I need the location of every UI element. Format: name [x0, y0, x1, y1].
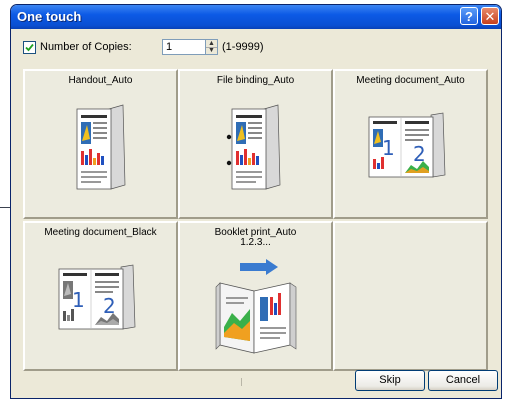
copies-range-hint: (1-9999) — [222, 41, 264, 53]
checkmark-icon — [25, 43, 34, 52]
copies-input[interactable] — [162, 39, 206, 55]
copies-label: Number of Copies: — [40, 41, 132, 53]
close-button[interactable]: ✕ — [481, 7, 499, 25]
preset-tile-booklet-print-auto[interactable]: Booklet print_Auto 1.2.3... — [178, 221, 333, 371]
help-button[interactable]: ? — [460, 7, 478, 25]
preset-tile-empty — [333, 221, 488, 371]
one-touch-dialog: One touch ? ✕ Number of Copies: ▲ ▼ (1-9… — [10, 4, 502, 399]
svg-text:1: 1 — [382, 136, 395, 160]
dialog-content: Number of Copies: ▲ ▼ (1-9999) Handout_A… — [15, 31, 498, 394]
preset-tile-meeting-document-auto[interactable]: Meeting document_Auto 1 2 — [333, 69, 488, 219]
copies-spinner[interactable]: ▲ ▼ — [205, 39, 218, 55]
meeting-document-black-icon: 1 2 — [58, 264, 136, 330]
preset-label: File binding_Auto — [216, 75, 295, 86]
page-order-label: 1.2.3... — [240, 237, 271, 248]
divider-tick — [241, 378, 242, 386]
copies-checkbox[interactable] — [23, 41, 36, 54]
meeting-document-color-icon: 1 2 — [368, 112, 446, 178]
preset-label: Meeting document_Auto — [356, 75, 465, 86]
preset-grid: Handout_Auto File binding_Auto Meeting d… — [15, 69, 497, 371]
file-binding-document-icon — [226, 104, 281, 190]
svg-text:1: 1 — [72, 288, 85, 312]
preset-tile-file-binding-auto[interactable]: File binding_Auto — [178, 69, 333, 219]
preset-label: Handout_Auto — [68, 75, 133, 86]
window-title: One touch — [17, 9, 82, 24]
title-bar[interactable]: One touch ? ✕ — [11, 5, 501, 29]
booklet-icon — [215, 259, 297, 354]
preset-label: Meeting document_Black — [44, 227, 157, 238]
preset-tile-meeting-document-black[interactable]: Meeting document_Black 1 2 — [23, 221, 178, 371]
spin-down-icon[interactable]: ▼ — [206, 47, 217, 54]
handout-document-icon — [76, 104, 126, 190]
preset-tile-handout-auto[interactable]: Handout_Auto — [23, 69, 178, 219]
skip-button[interactable]: Skip — [355, 370, 425, 391]
cancel-button[interactable]: Cancel — [428, 370, 498, 391]
